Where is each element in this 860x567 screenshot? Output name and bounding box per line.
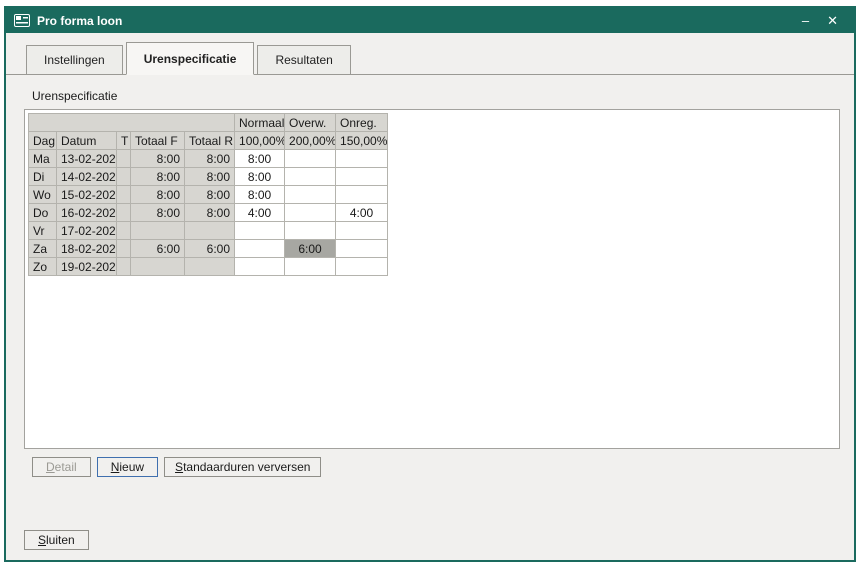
- window-title: Pro forma loon: [37, 14, 796, 28]
- table-cell: 6:00: [131, 240, 185, 258]
- sluiten-button[interactable]: Sluiten: [24, 530, 89, 550]
- table-cell[interactable]: [285, 168, 336, 186]
- table-header-groups: Normaal Overw. Onreg.: [29, 114, 388, 132]
- header-group-normaal: Normaal: [235, 114, 285, 132]
- table-cell[interactable]: 8:00: [235, 186, 285, 204]
- table-cell: 15-02-2023: [57, 186, 117, 204]
- nieuw-button[interactable]: Nieuw: [97, 457, 158, 477]
- tab-urenspecificatie[interactable]: Urenspecificatie: [126, 42, 255, 75]
- dialog-window: Pro forma loon – ✕ Instellingen Urenspec…: [4, 6, 856, 562]
- table-cell: [117, 168, 131, 186]
- table-cell: 8:00: [185, 150, 235, 168]
- table-cell: 8:00: [131, 168, 185, 186]
- table-cell[interactable]: [285, 204, 336, 222]
- header-group-onreg: Onreg.: [336, 114, 388, 132]
- header-pct-normaal: 100,00%: [235, 132, 285, 150]
- table-cell: 8:00: [185, 168, 235, 186]
- table-cell: 8:00: [131, 186, 185, 204]
- dialog-footer: Sluiten: [24, 530, 95, 550]
- table-cell[interactable]: [336, 240, 388, 258]
- table-cell[interactable]: [336, 258, 388, 276]
- header-t: T: [117, 132, 131, 150]
- table-cell: [131, 222, 185, 240]
- table-cell[interactable]: 8:00: [235, 168, 285, 186]
- tab-strip: Instellingen Urenspecificatie Resultaten: [6, 33, 854, 75]
- table-cell: 8:00: [131, 150, 185, 168]
- table-row: Za18-02-20236:006:006:00: [29, 240, 388, 258]
- titlebar[interactable]: Pro forma loon – ✕: [6, 8, 854, 33]
- table-cell: 8:00: [185, 186, 235, 204]
- tab-instellingen[interactable]: Instellingen: [26, 45, 123, 74]
- table-cell: Zo: [29, 258, 57, 276]
- table-row: Vr17-02-2023: [29, 222, 388, 240]
- header-pct-overw: 200,00%: [285, 132, 336, 150]
- group-label: Urenspecificatie: [32, 89, 840, 103]
- table-cell[interactable]: [285, 150, 336, 168]
- window-icon: [14, 14, 30, 27]
- table-cell: [185, 258, 235, 276]
- table-cell: Wo: [29, 186, 57, 204]
- table-cell: 16-02-2023: [57, 204, 117, 222]
- header-totaal-f: Totaal F: [131, 132, 185, 150]
- table-cell[interactable]: 4:00: [336, 204, 388, 222]
- table-cell: 8:00: [185, 204, 235, 222]
- table-row: Ma13-02-20238:008:008:00: [29, 150, 388, 168]
- table-cell: 13-02-2023: [57, 150, 117, 168]
- table-row: Di14-02-20238:008:008:00: [29, 168, 388, 186]
- table-cell: 19-02-2023: [57, 258, 117, 276]
- hours-panel: Normaal Overw. Onreg. Dag Datum T Totaal…: [24, 109, 840, 449]
- table-cell[interactable]: [285, 222, 336, 240]
- selected-cell[interactable]: 6:00: [285, 240, 336, 258]
- table-cell: [117, 222, 131, 240]
- table-cell: 6:00: [185, 240, 235, 258]
- table-header-columns: Dag Datum T Totaal F Totaal R 100,00% 20…: [29, 132, 388, 150]
- header-group-overw: Overw.: [285, 114, 336, 132]
- table-cell[interactable]: 8:00: [235, 150, 285, 168]
- table-cell[interactable]: [235, 222, 285, 240]
- table-cell: Vr: [29, 222, 57, 240]
- header-blank: [29, 114, 235, 132]
- table-row: Zo19-02-2023: [29, 258, 388, 276]
- table-cell: Di: [29, 168, 57, 186]
- table-cell: [131, 258, 185, 276]
- minimize-button[interactable]: –: [796, 12, 815, 29]
- table-cell[interactable]: [285, 186, 336, 204]
- table-cell: 8:00: [131, 204, 185, 222]
- table-cell[interactable]: [285, 258, 336, 276]
- table-cell[interactable]: [235, 240, 285, 258]
- table-cell[interactable]: [336, 168, 388, 186]
- table-cell: [117, 150, 131, 168]
- table-cell[interactable]: [336, 222, 388, 240]
- grid-button-row: Detail Nieuw Standaarduren verversen: [32, 457, 840, 477]
- table-cell: Ma: [29, 150, 57, 168]
- standaarduren-verversen-button[interactable]: Standaarduren verversen: [164, 457, 321, 477]
- detail-button: Detail: [32, 457, 91, 477]
- table-cell: Do: [29, 204, 57, 222]
- header-datum: Datum: [57, 132, 117, 150]
- table-cell[interactable]: [336, 186, 388, 204]
- tab-content: Urenspecificatie Normaal Overw. Onreg.: [6, 75, 854, 477]
- table-cell: [117, 240, 131, 258]
- table-cell: 14-02-2023: [57, 168, 117, 186]
- table-body: Ma13-02-20238:008:008:00Di14-02-20238:00…: [29, 150, 388, 276]
- header-dag: Dag: [29, 132, 57, 150]
- table-cell: [117, 258, 131, 276]
- table-row: Wo15-02-20238:008:008:00: [29, 186, 388, 204]
- table-cell[interactable]: 4:00: [235, 204, 285, 222]
- table-cell: 17-02-2023: [57, 222, 117, 240]
- table-cell: [117, 186, 131, 204]
- table-cell: [185, 222, 235, 240]
- table-row: Do16-02-20238:008:004:004:00: [29, 204, 388, 222]
- table-cell[interactable]: [336, 150, 388, 168]
- table-cell: 18-02-2023: [57, 240, 117, 258]
- header-totaal-r: Totaal R: [185, 132, 235, 150]
- hours-table: Normaal Overw. Onreg. Dag Datum T Totaal…: [28, 113, 388, 276]
- table-cell[interactable]: [235, 258, 285, 276]
- table-cell: [117, 204, 131, 222]
- tab-resultaten[interactable]: Resultaten: [257, 45, 350, 74]
- header-pct-onreg: 150,00%: [336, 132, 388, 150]
- table-cell: Za: [29, 240, 57, 258]
- close-button[interactable]: ✕: [821, 12, 844, 29]
